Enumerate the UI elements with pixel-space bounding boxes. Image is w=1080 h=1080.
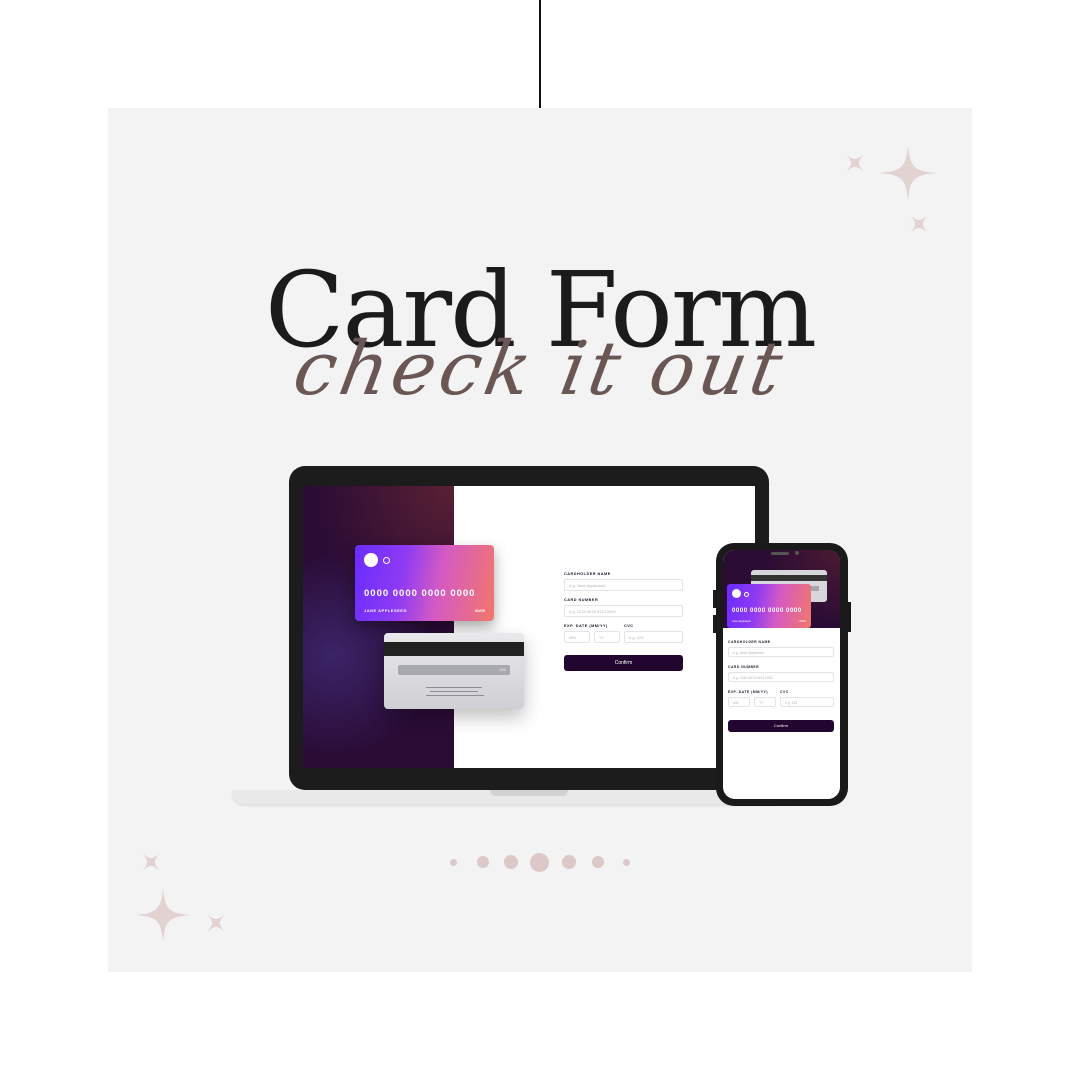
gradient-sidebar xyxy=(303,486,454,768)
card-holder-name: JANE APPLESEED xyxy=(364,608,407,613)
phone-card-front: 0000 0000 0000 0000 Jane Appleseed 00/00 xyxy=(727,584,811,628)
card-expiry: 00/00 xyxy=(474,608,485,613)
pagination-dot[interactable] xyxy=(477,856,489,868)
phone-card-holder-name: Jane Appleseed xyxy=(732,620,751,623)
confirm-button[interactable]: Confirm xyxy=(564,655,683,671)
phone-card-form: CARDHOLDER NAME e.g. Jane Appleseed CARD… xyxy=(728,640,834,732)
laptop-notch xyxy=(490,790,568,796)
phone-confirm-button[interactable]: Confirm xyxy=(728,720,834,732)
sparkle-icon xyxy=(880,145,936,201)
phone-cvc-input[interactable]: e.g. 123 xyxy=(780,697,834,707)
phone-cvc-label: CVC xyxy=(780,690,789,694)
sparkle-icon xyxy=(910,215,928,233)
card-back-text-line xyxy=(426,687,482,688)
phone-camera xyxy=(795,551,799,555)
phone-speaker xyxy=(771,552,789,555)
cardholder-name-label: CARDHOLDER NAME xyxy=(564,572,611,576)
signature-strip xyxy=(398,665,510,675)
sparkle-icon xyxy=(846,154,864,172)
card-back: 000 xyxy=(384,633,524,709)
card-back-text-line xyxy=(426,695,484,696)
phone-card-logo-circle-icon xyxy=(732,589,741,598)
phone-magnetic-stripe xyxy=(751,575,827,581)
pagination-dot-active[interactable] xyxy=(530,853,549,872)
phone-exp-month-input[interactable]: MM xyxy=(728,697,750,707)
exp-date-label: EXP. DATE (MM/YY) xyxy=(564,624,608,628)
phone-cardholder-name-label: CARDHOLDER NAME xyxy=(728,640,771,644)
phone-card-number: 0000 0000 0000 0000 xyxy=(732,608,802,614)
pagination-dot[interactable] xyxy=(592,856,604,868)
phone-cardholder-name-input[interactable]: e.g. Jane Appleseed xyxy=(728,647,834,657)
phone-card-expiry: 00/00 xyxy=(799,620,807,623)
pagination-dot[interactable] xyxy=(504,855,518,869)
cvc-input[interactable]: e.g. 123 xyxy=(624,631,683,643)
magnetic-stripe xyxy=(384,642,524,656)
card-number: 0000 0000 0000 0000 xyxy=(364,588,476,599)
card-form: CARDHOLDER NAME e.g. Jane Appleseed CARD… xyxy=(564,572,683,671)
card-number-label: CARD NUMBER xyxy=(564,598,599,602)
phone-card-number-label: CARD NUMBER xyxy=(728,665,760,669)
phone-screen: 0000 0000 0000 0000 Jane Appleseed 00/00… xyxy=(723,550,840,799)
card-logo-ring-icon xyxy=(383,557,390,564)
card-number-input[interactable]: e.g. 1234 5678 9123 0000 xyxy=(564,605,683,617)
phone-card-number-input[interactable]: e.g. 1234 5678 9123 0000 xyxy=(728,672,834,682)
card-logo-circle-icon xyxy=(364,553,378,567)
phone-exp-date-label: EXP. DATE (MM/YY) xyxy=(728,690,769,694)
card-front: 0000 0000 0000 0000 JANE APPLESEED 00/00 xyxy=(355,545,494,621)
page-subtitle: check it out xyxy=(287,326,793,412)
exp-year-input[interactable]: YY xyxy=(594,631,620,643)
sparkle-icon xyxy=(136,888,190,942)
pagination-dot[interactable] xyxy=(562,855,576,869)
exp-month-input[interactable]: MM xyxy=(564,631,590,643)
pagination-dot[interactable] xyxy=(450,859,457,866)
pagination-dot[interactable] xyxy=(623,859,630,866)
card-back-text-line xyxy=(430,691,478,692)
phone-side-button xyxy=(848,602,851,632)
cardholder-name-input[interactable]: e.g. Jane Appleseed xyxy=(564,579,683,591)
sparkle-icon xyxy=(142,853,160,871)
sparkle-icon xyxy=(207,914,225,932)
card-cvc: 000 xyxy=(499,667,506,672)
phone-card-logo-ring-icon xyxy=(744,592,749,597)
laptop-screen: 0000 0000 0000 0000 JANE APPLESEED 00/00… xyxy=(303,486,755,768)
phone-exp-year-input[interactable]: YY xyxy=(754,697,776,707)
cvc-label: CVC xyxy=(624,624,634,628)
